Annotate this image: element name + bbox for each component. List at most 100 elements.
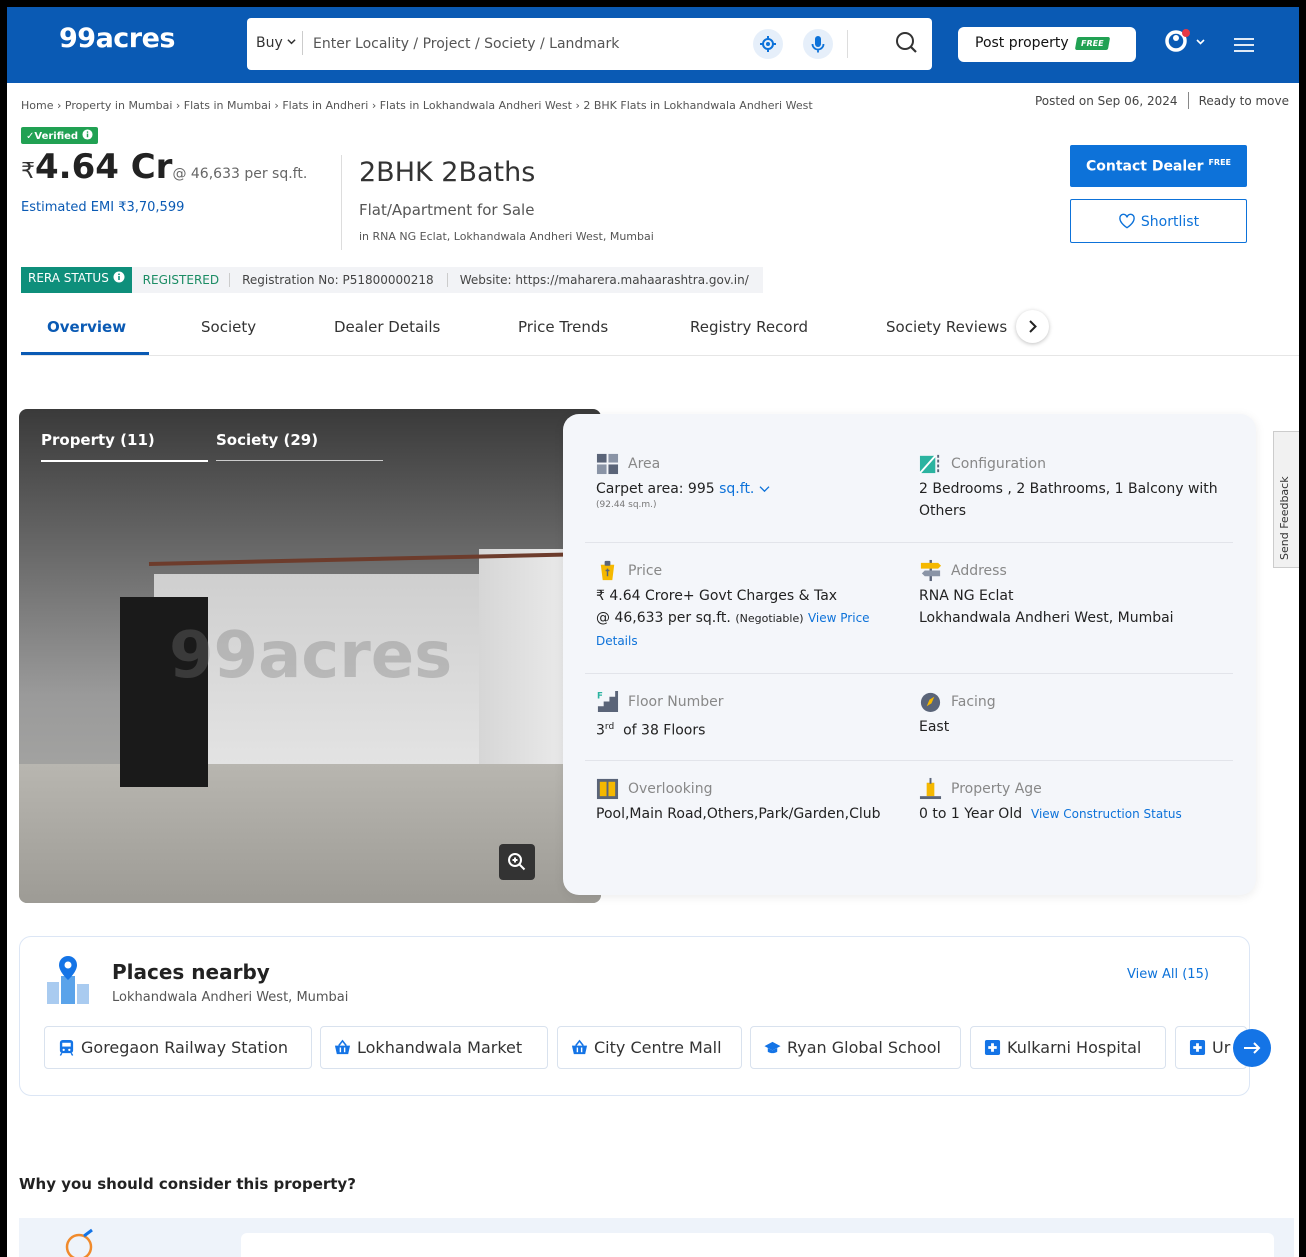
- floor-stairs-icon: F: [597, 690, 619, 713]
- rera-registration-number: Registration No: P51800000218: [230, 273, 448, 287]
- user-menu[interactable]: [1163, 27, 1211, 57]
- detail-facing: Facing East: [919, 690, 1237, 738]
- photo-gallery[interactable]: 99acres Property (11) Society (29): [19, 409, 601, 903]
- divider: [341, 155, 342, 250]
- arrow-right-icon: [1244, 1042, 1261, 1054]
- post-property-button[interactable]: Post property FREE: [958, 27, 1136, 62]
- search-button[interactable]: [892, 28, 922, 58]
- building-age-icon: [919, 777, 942, 800]
- send-feedback-label: Send Feedback: [1278, 476, 1291, 560]
- address-label: Address: [951, 562, 1007, 579]
- price-value: 4.64 Cr: [35, 147, 173, 187]
- menu-icon: [1234, 38, 1254, 52]
- basket-icon: [571, 1039, 588, 1055]
- voice-search-button[interactable]: [803, 29, 833, 59]
- gallery-tab-property[interactable]: Property (11): [41, 431, 155, 449]
- price: ₹4.64 Cr@ 46,633 per sq.ft.: [21, 147, 307, 187]
- area-icon: [596, 453, 619, 475]
- area-label: Area: [628, 455, 661, 472]
- logo[interactable]: 99acres: [59, 23, 176, 54]
- rera-strip: RERA STATUS REGISTERED Registration No: …: [21, 267, 763, 293]
- location-target-icon: [760, 36, 776, 52]
- buy-label: Buy: [256, 35, 283, 51]
- shortlist-button[interactable]: Shortlist: [1070, 199, 1247, 243]
- places-nearby-title: Places nearby: [112, 960, 270, 984]
- place-chip[interactable]: Kulkarni Hospital: [970, 1026, 1166, 1069]
- overlooking-value: Pool,Main Road,Others,Park/Garden,Club: [596, 806, 881, 822]
- property-age-value: 0 to 1 Year Old View Construction Status: [919, 803, 1237, 825]
- place-name: Kulkarni Hospital: [1007, 1038, 1142, 1057]
- detail-address: Address RNA NG Eclat Lokhandwala Andheri…: [919, 559, 1237, 629]
- emi-link[interactable]: Estimated EMI ₹3,70,599: [21, 200, 184, 215]
- property-details-card: Area Carpet area: 995 sq.ft. (92.44 sq.m…: [563, 414, 1256, 895]
- svg-text:F: F: [597, 692, 603, 702]
- tabs-next-button[interactable]: [1016, 310, 1049, 343]
- city-pin-icon: [47, 956, 89, 1004]
- contact-dealer-button[interactable]: Contact Dealer FREE: [1070, 145, 1247, 187]
- facing-label: Facing: [951, 693, 996, 710]
- page: 99acres Buy Post propertyFREE Home › P: [0, 0, 1306, 1257]
- property-location[interactable]: in RNA NG Eclat, Lokhandwala Andheri Wes…: [359, 230, 654, 243]
- place-chip[interactable]: Goregaon Railway Station: [44, 1026, 312, 1069]
- contact-dealer-label: Contact Dealer: [1085, 158, 1204, 175]
- places-nearby-section: Places nearby Lokhandwala Andheri West, …: [19, 936, 1271, 1096]
- detail-label: Overlooking: [596, 777, 921, 800]
- detail-label: F Floor Number: [596, 690, 896, 713]
- tab-registry-record[interactable]: Registry Record: [690, 318, 808, 336]
- place-chip[interactable]: City Centre Mall: [557, 1026, 742, 1069]
- tab-price-trends[interactable]: Price Trends: [518, 318, 608, 336]
- post-property-label: Post property: [975, 35, 1069, 51]
- user-icon: [1165, 29, 1205, 52]
- top-header: 99acres Buy Post property FREE: [7, 7, 1299, 83]
- tab-society-reviews[interactable]: Society Reviews: [886, 318, 1007, 336]
- tab-dealer-details[interactable]: Dealer Details: [334, 318, 440, 336]
- view-all-places-link[interactable]: View All (15): [1127, 967, 1209, 982]
- posted-info: Posted on Sep 06, 2024 Ready to move: [1035, 92, 1289, 109]
- chevron-right-icon: [1029, 320, 1037, 333]
- detail-property-age: Property Age 0 to 1 Year Old View Constr…: [919, 777, 1237, 825]
- posted-date: Posted on Sep 06, 2024: [1035, 94, 1178, 108]
- price-label: Price: [628, 562, 663, 579]
- heart-icon: [1119, 213, 1135, 229]
- locate-me-button[interactable]: [753, 29, 783, 59]
- gallery-tab-society[interactable]: Society (29): [216, 431, 318, 449]
- area-unit-dropdown[interactable]: sq.ft.: [719, 481, 770, 497]
- price-per-sqft: @ 46,633 per sq.ft.: [172, 166, 308, 182]
- place-chip[interactable]: Lokhandwala Market: [320, 1026, 548, 1069]
- hospital-cross-icon: [1189, 1039, 1206, 1056]
- divider: [1187, 92, 1189, 109]
- watermark: 99acres: [169, 619, 453, 693]
- tab-overview[interactable]: Overview: [47, 318, 126, 336]
- price-per-sqft-detail: @ 46,633 per sq.ft.: [596, 610, 731, 626]
- window-icon: [596, 778, 619, 800]
- area-sqm: (92.44 sq.m.): [596, 500, 657, 510]
- breadcrumb[interactable]: Home › Property in Mumbai › Flats in Mum…: [21, 99, 813, 112]
- active-tab-indicator: [21, 352, 149, 355]
- detail-label: Facing: [919, 690, 1237, 713]
- zoom-button[interactable]: [499, 844, 535, 880]
- possession-status: Ready to move: [1198, 94, 1290, 108]
- info-icon[interactable]: [82, 129, 93, 140]
- view-construction-status-link[interactable]: View Construction Status: [1031, 807, 1182, 821]
- configuration-value: 2 Bedrooms , 2 Bathrooms, 1 Balcony with…: [919, 481, 1218, 519]
- photo-floor: [19, 764, 601, 903]
- places-next-button[interactable]: [1233, 1029, 1271, 1067]
- search-bar: Buy: [247, 18, 932, 70]
- compass-icon: [65, 1228, 93, 1257]
- floor-total: of 38 Floors: [623, 722, 706, 739]
- divider: [302, 31, 303, 55]
- tab-society[interactable]: Society: [201, 318, 256, 336]
- section-tabs: Overview Society Dealer Details Price Tr…: [21, 310, 1299, 356]
- currency-symbol: ₹: [21, 159, 35, 184]
- hamburger-menu-button[interactable]: [1232, 33, 1256, 57]
- place-chip[interactable]: Ryan Global School: [750, 1026, 961, 1069]
- rera-website[interactable]: Website: https://maharera.mahaarashtra.g…: [448, 273, 749, 287]
- facing-value: East: [919, 719, 950, 735]
- buy-dropdown[interactable]: Buy: [256, 35, 296, 51]
- search-input[interactable]: [313, 30, 733, 58]
- compass-icon: [920, 692, 941, 713]
- info-icon[interactable]: [113, 271, 125, 283]
- floor-ordinal: rd: [604, 722, 615, 732]
- divider: [585, 542, 1233, 543]
- send-feedback-tab[interactable]: Send Feedback: [1273, 431, 1299, 568]
